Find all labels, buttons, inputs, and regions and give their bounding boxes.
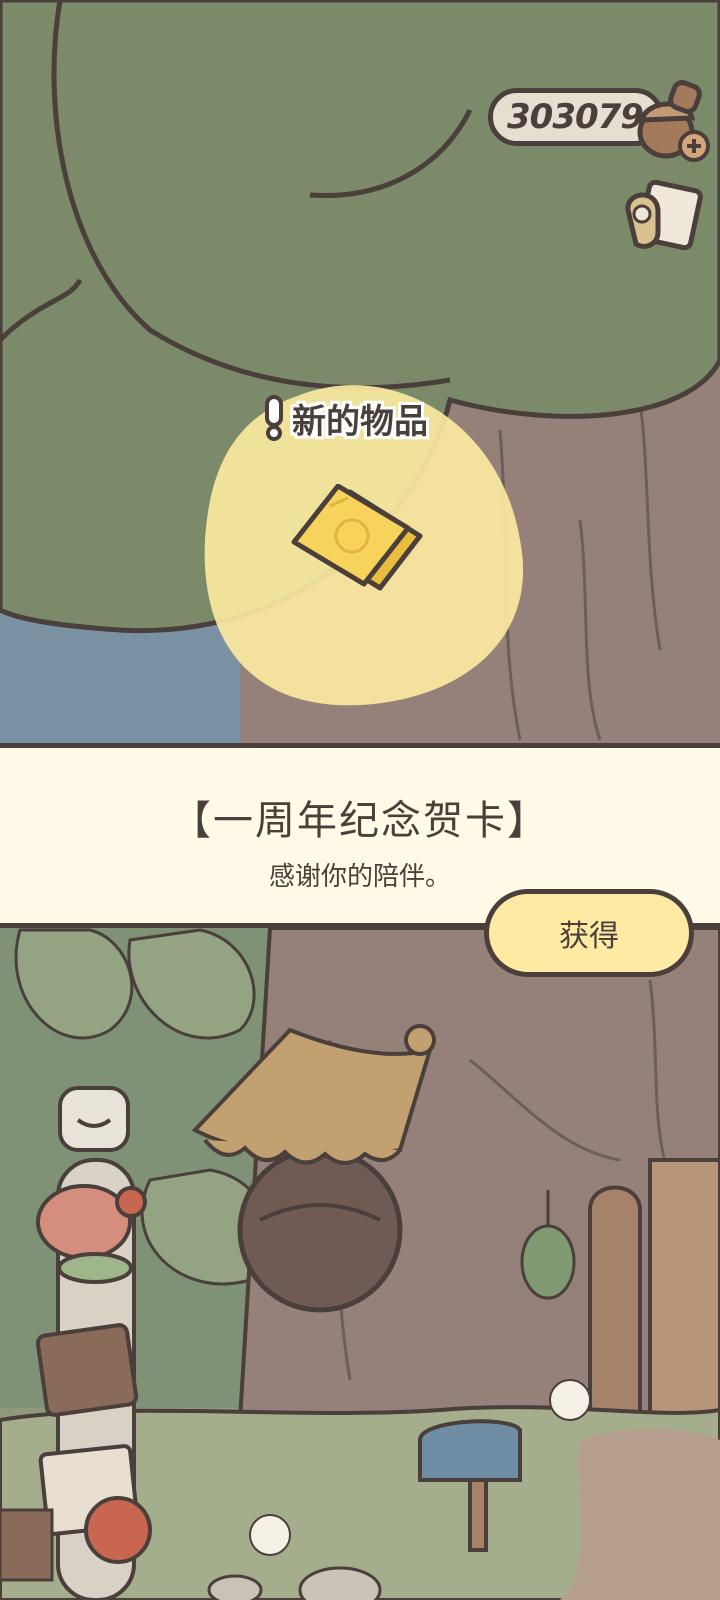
door-frame-right xyxy=(648,1158,720,1422)
exclamation-icon xyxy=(265,395,283,441)
tickets-icon[interactable] xyxy=(620,180,704,256)
obtain-button[interactable]: 获得 xyxy=(484,889,694,977)
new-item-label: 新的物品 xyxy=(292,401,428,442)
acorn-clover-icon[interactable] xyxy=(632,74,712,164)
dirt-path xyxy=(560,1428,720,1600)
new-item-notice: 新的物品 xyxy=(262,392,428,444)
wooden-bench xyxy=(0,1508,54,1582)
greeting-card-icon[interactable] xyxy=(290,484,430,604)
item-description: 感谢你的陪伴。 xyxy=(268,862,451,892)
acorn-count: 303079 xyxy=(507,97,644,137)
round-window xyxy=(237,1147,403,1313)
item-title: 【一周年纪念贺卡】 xyxy=(171,798,549,844)
house-door xyxy=(588,1185,642,1422)
